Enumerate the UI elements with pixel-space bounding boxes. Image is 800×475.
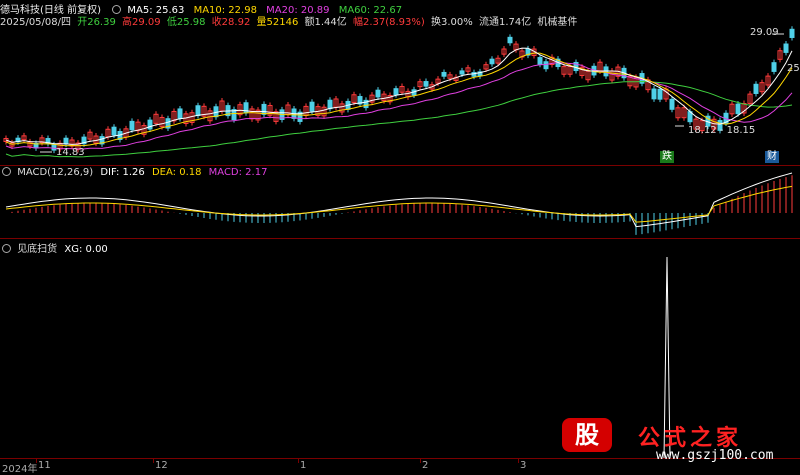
candle-body	[147, 119, 153, 130]
price-panel-border	[0, 165, 800, 166]
macd-histogram	[11, 175, 793, 235]
candle-body	[669, 98, 675, 110]
macd-panel-border	[0, 238, 800, 239]
candle-body	[771, 62, 777, 72]
axis-label-mar: 3	[520, 460, 527, 471]
macd-title[interactable]: MACD(12,26,9)	[17, 167, 93, 178]
axis-label-nov: 11	[38, 460, 51, 471]
range-label: 18.12 - 18.15	[688, 125, 756, 136]
candle-body	[657, 88, 663, 100]
candle-body	[261, 103, 267, 115]
dif-line	[5, 172, 793, 228]
event-badge-finance[interactable]: 财	[765, 151, 779, 163]
candle-body	[129, 120, 135, 131]
high-price-label: 29.09	[750, 27, 779, 38]
logo-stock-badge: 股	[562, 418, 612, 452]
candle-body	[177, 108, 183, 119]
candle-body	[489, 58, 495, 65]
candle-body	[735, 103, 741, 115]
candle-body	[393, 88, 399, 96]
macd-header: MACD(12,26,9) DIF: 1.26 DEA: 0.18 MACD: …	[0, 167, 273, 178]
axis-label-jan: 1	[300, 460, 307, 471]
candle-body	[195, 105, 201, 117]
dif-value: DIF: 1.26	[100, 167, 145, 178]
candle-body	[327, 99, 333, 110]
event-badge-fall[interactable]: 跌	[660, 151, 674, 163]
xg-header: 见底扫货 XG: 0.00	[0, 240, 114, 255]
candle-body	[537, 57, 543, 65]
candle-body	[543, 61, 549, 70]
right-price-label: 25.2	[787, 63, 800, 74]
logo-site-url: www.gszj100.com	[656, 448, 774, 463]
candle-body	[789, 28, 795, 38]
dea-line	[5, 185, 793, 223]
candle-body	[375, 89, 381, 98]
axis-label-feb: 2	[422, 460, 429, 471]
settings-circle-icon[interactable]	[2, 244, 11, 253]
candle-body	[309, 101, 315, 112]
low-price-label: 14.83	[56, 147, 85, 158]
candle-body	[111, 126, 117, 136]
xg-value: XG: 0.00	[64, 244, 108, 255]
candle-body	[783, 43, 789, 53]
candle-body	[651, 88, 657, 100]
candle-body	[507, 36, 513, 44]
candle-body	[441, 71, 447, 77]
dea-value: DEA: 0.18	[151, 167, 202, 178]
axis-label-dec: 12	[155, 460, 168, 471]
settings-circle-icon[interactable]	[2, 167, 11, 176]
macd-value: MACD: 2.17	[208, 167, 268, 178]
xg-title[interactable]: 见底扫货	[17, 240, 57, 255]
price-chart[interactable]	[0, 0, 800, 165]
candle-body	[753, 83, 759, 94]
candle-body	[459, 70, 465, 75]
candle-body	[63, 137, 69, 145]
watermark-logo: 股 公式之家 www.gszj100.com	[560, 414, 800, 463]
candle-body	[423, 81, 429, 87]
